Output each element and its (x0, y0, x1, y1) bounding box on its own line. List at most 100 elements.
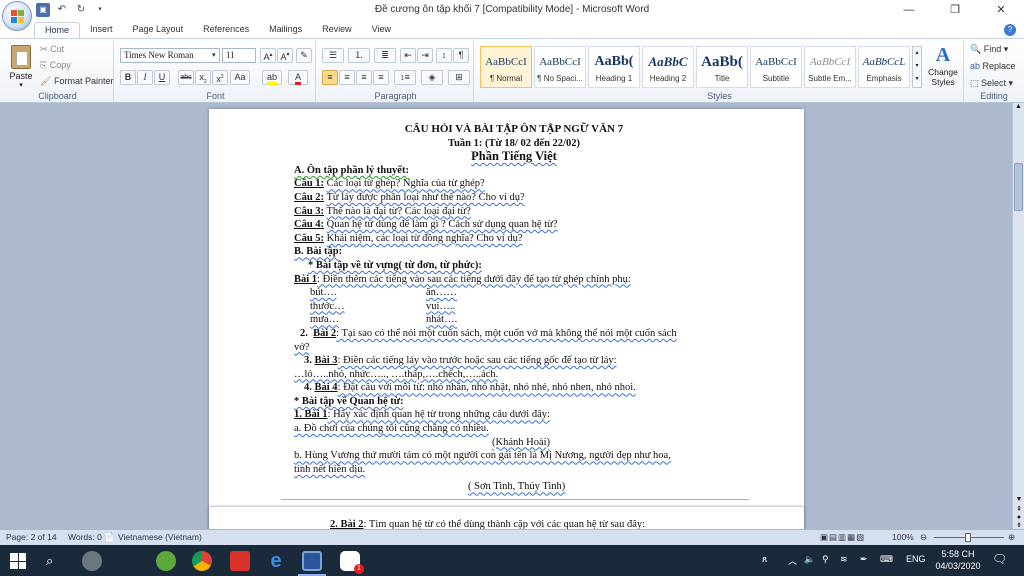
shrink-font-button[interactable]: A▾ (277, 48, 293, 63)
page-count[interactable]: Page: 2 of 14 (6, 532, 57, 542)
paste-button[interactable]: Paste ▾ (6, 43, 36, 89)
scroll-up-icon[interactable]: ▲ (1013, 103, 1024, 110)
shading-button[interactable]: ◈ (421, 70, 443, 85)
highlight-button[interactable]: ab (262, 70, 282, 85)
security-app-icon[interactable] (230, 551, 250, 571)
zoom-slider[interactable] (934, 533, 1004, 542)
help-icon[interactable]: ? (1004, 24, 1016, 36)
styles-scroll[interactable]: ▴ ▾ ▾ (912, 46, 922, 88)
cut-button[interactable]: ✂ Cut (40, 44, 64, 55)
style-heading-2[interactable]: AaBbC Heading 2 (642, 46, 694, 88)
photo-app-icon[interactable] (156, 551, 176, 571)
zoom-in-icon[interactable]: ⊕ (1008, 532, 1015, 543)
office-button[interactable] (2, 1, 32, 31)
windows-start-icon[interactable] (10, 553, 26, 569)
sort-button[interactable]: ↕ (436, 48, 452, 63)
edge-icon[interactable]: e (266, 551, 286, 571)
copy-button[interactable]: ⎘ Copy (40, 60, 71, 71)
tab-review[interactable]: Review (312, 22, 362, 38)
strikethrough-button[interactable]: abc (178, 70, 194, 85)
borders-button[interactable]: ⊞ (448, 70, 470, 85)
style-no-spacing[interactable]: AaBbCcI ¶ No Spaci... (534, 46, 586, 88)
tab-insert[interactable]: Insert (80, 22, 123, 38)
chrome-icon[interactable] (192, 551, 212, 571)
subscript-button[interactable]: x2 (195, 70, 211, 85)
previous-page-icon[interactable]: ⇞ (1013, 505, 1024, 513)
select-button[interactable]: ⬚ Select ▾ (970, 78, 1013, 89)
document-body[interactable]: CÂU HỎI VÀ BÀI TẬP ÔN TẬP NGỮ VĂN 7 Tuần… (294, 123, 734, 494)
next-document-page[interactable]: 2. Bài 2: Tìm quan hệ từ có thể dùng thà… (209, 507, 804, 529)
word-count[interactable]: Words: 0 (68, 532, 102, 542)
clock-date[interactable]: 04/03/2020 (932, 561, 984, 571)
zoom-slider-thumb[interactable] (965, 533, 971, 542)
style-title[interactable]: AaBb(Title (696, 46, 748, 88)
document-page[interactable]: CÂU HỎI VÀ BÀI TẬP ÔN TẬP NGỮ VĂN 7 Tuần… (209, 109, 804, 529)
wifi-icon[interactable]: ≋ (840, 554, 848, 565)
replace-button[interactable]: ab Replace (970, 61, 1016, 71)
next-page-icon[interactable]: ⇟ (1013, 521, 1024, 529)
line-spacing-button[interactable]: ↕≡ (394, 70, 416, 85)
input-language[interactable]: ENG (906, 554, 926, 564)
restore-button[interactable]: ❐ (932, 0, 978, 21)
underline-button[interactable]: U (154, 70, 170, 85)
clear-formatting-button[interactable]: ✎ (296, 48, 312, 63)
network-icon[interactable]: ⚲ (822, 554, 829, 565)
style-subtitle[interactable]: AaBbCcI Subtitle (750, 46, 802, 88)
view-buttons[interactable]: ▣▤▥▦▧ (820, 532, 865, 543)
italic-button[interactable]: I (137, 70, 153, 85)
style-normal[interactable]: AaBbCcI ¶ Normal (480, 46, 532, 88)
keyboard-icon[interactable]: ⌨ (880, 554, 893, 565)
zalo-icon[interactable]: 1 (340, 551, 364, 574)
zoom-level[interactable]: 100% (892, 532, 914, 542)
align-center-button[interactable]: ≡ (339, 70, 355, 85)
clock-time[interactable]: 5:58 CH (936, 549, 980, 559)
vertical-scrollbar[interactable]: ▲ ▼ ⇞ ● ⇟ (1012, 103, 1024, 529)
next-page-body[interactable]: 2. Bài 2: Tìm quan hệ từ có thể dùng thà… (330, 518, 770, 529)
tab-references[interactable]: References (193, 22, 259, 38)
change-case-button[interactable]: Aa (230, 70, 250, 85)
change-styles-button[interactable]: A Change Styles (924, 43, 962, 87)
language-indicator[interactable]: Vietnamese (Vietnam) (118, 532, 202, 542)
font-color-button[interactable]: A (288, 70, 308, 85)
select-browse-icon[interactable]: ● (1013, 514, 1024, 521)
decrease-indent-button[interactable]: ⇤ (400, 48, 416, 63)
people-icon[interactable]: ጸ (762, 554, 767, 565)
justify-button[interactable]: ≡ (373, 70, 389, 85)
word-icon[interactable] (302, 551, 322, 571)
bold-button[interactable]: B (120, 70, 136, 85)
font-name-combobox[interactable]: Times New Roman (120, 48, 220, 63)
tab-home[interactable]: Home (34, 22, 81, 38)
volume-icon[interactable]: 🔈 (804, 554, 815, 565)
multilevel-list-button[interactable]: ≣ (374, 48, 396, 63)
tab-page-layout[interactable]: Page Layout (123, 22, 194, 38)
superscript-button[interactable]: x2 (212, 70, 228, 85)
tray-chevron-icon[interactable]: ︿ (788, 554, 797, 567)
zoom-out-icon[interactable]: ⊖ (920, 532, 927, 543)
pen-icon[interactable]: ✒ (860, 554, 868, 565)
tab-view[interactable]: View (362, 22, 401, 38)
search-icon[interactable]: ⌕ (46, 553, 53, 569)
app-icon[interactable] (82, 551, 102, 571)
scroll-thumb[interactable] (1014, 163, 1023, 211)
relation-exercise-2: 2. Bài 2: Tìm quan hệ từ có thể dùng thà… (330, 519, 646, 529)
show-marks-button[interactable]: ¶ (453, 48, 469, 63)
format-painter-button[interactable]: 🖌 Format Painter (40, 76, 113, 87)
style-emphasis[interactable]: AaBbCcL Emphasis (858, 46, 910, 88)
font-name-dropdown-icon[interactable]: ▾ (212, 51, 216, 59)
style-heading-1[interactable]: AaBb(Heading 1 (588, 46, 640, 88)
minimize-button[interactable]: — (886, 0, 932, 21)
numbering-button[interactable]: ⒈ (348, 48, 370, 63)
find-button[interactable]: 🔍 Find ▾ (970, 44, 1008, 55)
align-right-button[interactable]: ≡ (356, 70, 372, 85)
align-left-button[interactable]: ≡ (322, 70, 338, 85)
close-button[interactable]: ✕ (978, 0, 1024, 21)
scroll-down-icon[interactable]: ▼ (1013, 496, 1024, 503)
bullets-button[interactable]: ☰ (322, 48, 344, 63)
proofing-icon[interactable]: 📄 (104, 532, 115, 543)
increase-indent-button[interactable]: ⇥ (417, 48, 433, 63)
tab-mailings[interactable]: Mailings (259, 22, 312, 38)
style-subtle-emphasis[interactable]: AaBbCcI Subtle Em... (804, 46, 856, 88)
font-size-combobox[interactable]: 11 (222, 48, 256, 63)
grow-font-button[interactable]: A▴ (260, 48, 276, 63)
action-center-icon[interactable]: 🗨 (992, 552, 1007, 566)
